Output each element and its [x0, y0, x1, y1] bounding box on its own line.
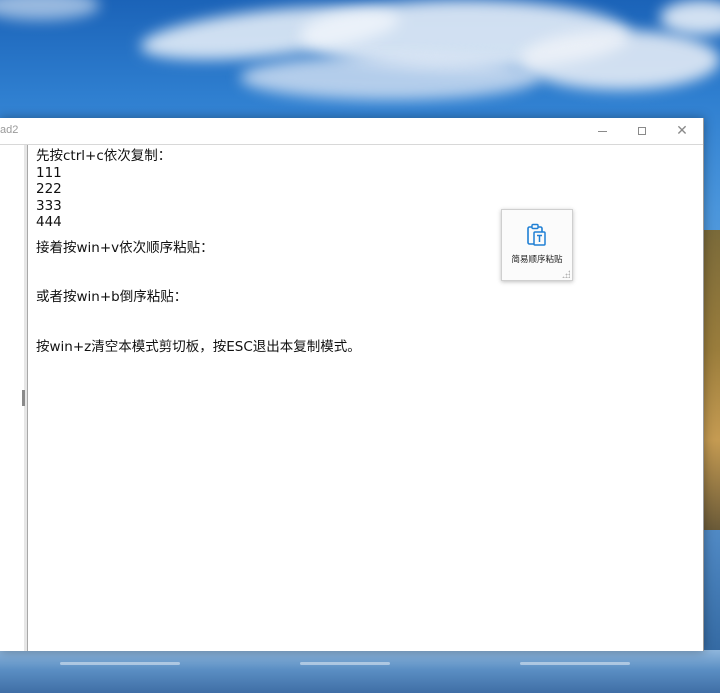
text-editor[interactable]: 先按ctrl+c依次复制： 111 222 333 444 接着按win+v依次…: [36, 148, 676, 355]
editor-line: 接着按win+v依次顺序粘贴：: [36, 239, 214, 256]
water-reflection: [60, 662, 180, 665]
wallpaper-cliff: [702, 230, 720, 530]
editor-blank-line: [36, 231, 676, 240]
water-reflection: [520, 662, 630, 665]
maximize-icon: [638, 127, 646, 135]
water-reflection: [300, 662, 390, 665]
minimize-icon: [597, 130, 607, 132]
wallpaper-water: [0, 650, 720, 693]
editor-blank-line: [36, 306, 676, 339]
window-title: ad2: [0, 124, 19, 136]
editor-line: 222: [36, 181, 62, 197]
close-icon: ✕: [676, 123, 688, 139]
editor-window: ad2 ✕ 先按ctrl+c依次复制： 111 222 333 444 接着按w…: [0, 118, 704, 651]
editor-line: 444: [36, 214, 62, 230]
maximize-button[interactable]: [622, 118, 662, 144]
editor-line: 按win+z清空本模式剪切板，按ESC退出本复制模式。: [36, 338, 361, 355]
editor-line: 333: [36, 197, 62, 214]
sequential-paste-popup[interactable]: 简易顺序粘贴: [501, 209, 573, 281]
wallpaper-cloud: [520, 30, 720, 90]
wallpaper-cloud: [240, 55, 540, 100]
close-button[interactable]: ✕: [662, 118, 702, 144]
splitter-grip-handle[interactable]: [22, 390, 25, 406]
paste-popup-label: 简易顺序粘贴: [511, 255, 563, 265]
clipboard-paste-icon: [527, 223, 546, 246]
resize-grip-icon[interactable]: [562, 270, 570, 278]
minimize-button[interactable]: [582, 118, 622, 144]
editor-blank-line: [36, 256, 676, 289]
editor-line: 先按ctrl+c依次复制：: [36, 148, 172, 164]
editor-line: 111: [36, 164, 62, 181]
editor-line: 或者按win+b倒序粘贴：: [36, 289, 188, 305]
title-bar[interactable]: ad2 ✕: [0, 118, 703, 145]
